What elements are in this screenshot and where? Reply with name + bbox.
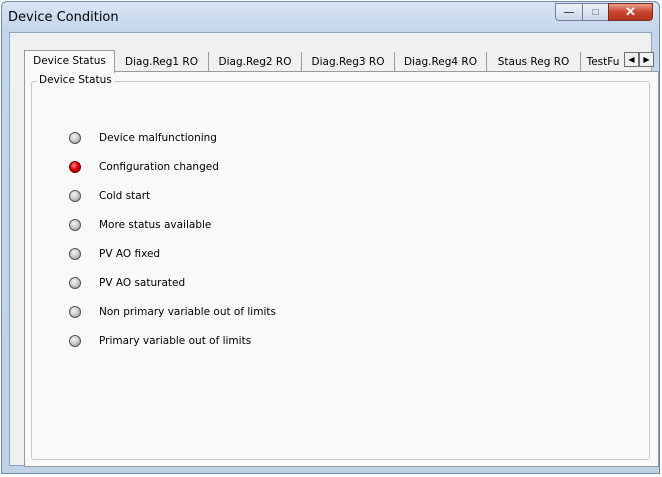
window-title: Device Condition [8, 10, 119, 25]
minimize-icon: — [564, 6, 574, 18]
status-label: Device malfunctioning [99, 132, 217, 144]
tab-device-status[interactable]: Device Status [24, 50, 115, 73]
tab-diag-reg1[interactable]: Diag.Reg1 RO [115, 52, 209, 72]
status-indicator-icon [69, 161, 81, 173]
maximize-button[interactable]: □ [582, 3, 608, 21]
status-indicator-icon [69, 277, 81, 289]
status-label: Non primary variable out of limits [99, 306, 276, 318]
status-label: Primary variable out of limits [99, 335, 252, 347]
close-icon: ✕ [625, 4, 636, 19]
dialog-client-area: Device Status Diag.Reg1 RO Diag.Reg2 RO … [9, 32, 659, 467]
caption-buttons: — □ ✕ [555, 3, 653, 21]
close-button[interactable]: ✕ [608, 3, 653, 21]
status-indicator-icon [69, 335, 81, 347]
tab-test-functions[interactable]: TestFu [581, 52, 625, 72]
tab-label: Device Status [33, 55, 106, 67]
tab-diag-reg4[interactable]: Diag.Reg4 RO [395, 52, 487, 72]
tab-diag-reg3[interactable]: Diag.Reg3 RO [302, 52, 395, 72]
tab-panel-device-status: Device Status Device malfunctioning Conf… [24, 71, 659, 467]
status-indicator-icon [69, 248, 81, 260]
status-label: PV AO fixed [99, 248, 161, 260]
status-indicator-icon [69, 219, 81, 231]
tab-label: Diag.Reg3 RO [311, 56, 385, 68]
tab-label: TestFu [586, 56, 620, 68]
tab-diag-reg2[interactable]: Diag.Reg2 RO [209, 52, 302, 72]
scroll-right-icon[interactable]: ▶ [639, 52, 654, 67]
status-label: PV AO saturated [99, 277, 186, 289]
status-indicator-icon [69, 306, 81, 318]
scroll-left-icon[interactable]: ◀ [624, 52, 639, 67]
maximize-icon: □ [592, 6, 599, 18]
tab-label: Staus Reg RO [497, 56, 570, 68]
tab-label: Diag.Reg4 RO [404, 56, 477, 68]
status-indicator-icon [69, 190, 81, 202]
status-label: Cold start [99, 190, 151, 202]
status-label: Configuration changed [99, 161, 219, 173]
status-label: More status available [99, 219, 212, 231]
tab-label: Diag.Reg1 RO [125, 56, 198, 68]
device-status-group: Device Status Device malfunctioning Conf… [31, 74, 650, 460]
group-title: Device Status [37, 74, 114, 86]
tab-scroll-buttons: ◀ ▶ [624, 52, 654, 67]
device-condition-window: Device Condition — □ ✕ Device Status Dia… [1, 1, 660, 474]
minimize-button[interactable]: — [555, 3, 582, 21]
tab-label: Diag.Reg2 RO [218, 56, 292, 68]
tab-status-reg[interactable]: Staus Reg RO [487, 52, 581, 72]
title-bar[interactable]: Device Condition — □ ✕ [2, 2, 659, 32]
status-indicator-icon [69, 132, 81, 144]
